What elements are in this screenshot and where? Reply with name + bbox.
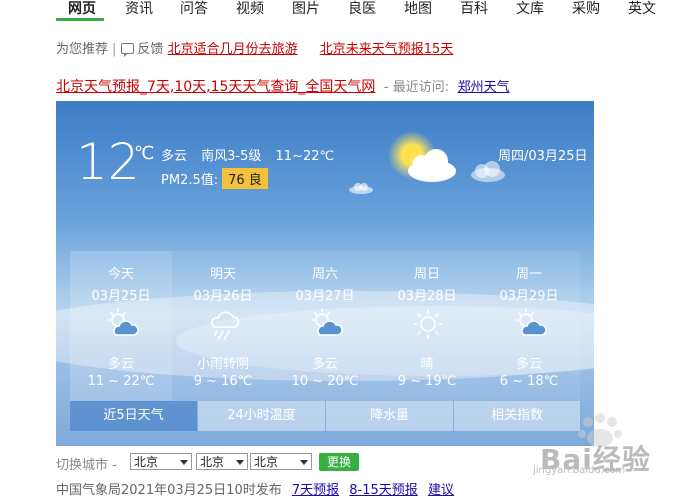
day-condition: 多云 (515, 357, 542, 372)
nav-qa[interactable]: 问答 (180, 0, 208, 18)
day-temp-range: 6 ~ 18℃ (499, 374, 559, 389)
nav-news[interactable]: 资讯 (125, 0, 153, 18)
footer: 中国气象局2021年03月25日10时发布 7天预报 8-15天预报 建议 (56, 479, 454, 498)
partly-cloudy-icon (107, 308, 139, 336)
publish-info: 中国气象局2021年03月25日10时发布 (56, 483, 282, 498)
watermark-sub: jingyan.baidu.com (533, 465, 626, 476)
result-title-link[interactable]: 北京天气预报_7天,10天,15天天气查询_全国天气网 (56, 79, 375, 95)
current-temp: 12 (76, 133, 140, 191)
city-select[interactable]: 北京 (196, 453, 248, 470)
recent-city-link[interactable]: 郑州天气 (458, 80, 510, 95)
nav-wenku[interactable]: 文库 (516, 0, 544, 18)
partly-cloudy-icon (515, 308, 547, 336)
current-condition: 多云 (161, 149, 188, 164)
day-date: 03月29日 (499, 289, 559, 304)
day-temp-range: 9 ~ 16℃ (193, 374, 253, 389)
chevron-down-icon (236, 460, 244, 465)
nav-map[interactable]: 地图 (404, 0, 432, 18)
day-condition: 多云 (107, 357, 134, 372)
cloud-icon (349, 183, 373, 194)
day-temp-range: 9 ~ 19℃ (397, 374, 457, 389)
nav-english[interactable]: 英文 (628, 0, 656, 18)
district-select[interactable]: 北京 (250, 453, 312, 470)
temp-unit: ℃ (134, 143, 155, 164)
day-name: 周一 (515, 267, 542, 282)
switch-city-label: 切换城市 - (56, 458, 117, 473)
recommend-label: 为您推荐 (56, 42, 109, 57)
nav-video[interactable]: 视频 (236, 0, 264, 18)
link-7day[interactable]: 7天预报 (292, 483, 339, 498)
forecast-day[interactable]: 今天 03月25日 多云 11 ~ 22℃ (70, 251, 172, 401)
weather-tabs: 近5日天气 24小时温度 降水量 相关指数 (70, 401, 580, 431)
nav-active-indicator (56, 18, 104, 21)
forecast-day[interactable]: 明天 03月26日 小雨转阴 9 ~ 16℃ (172, 251, 274, 401)
link-advice[interactable]: 建议 (428, 483, 454, 498)
day-date: 03月25日 (91, 289, 151, 304)
day-condition: 小雨转阴 (196, 357, 249, 372)
nav-web[interactable]: 网页 (68, 0, 96, 18)
day-temp-range: 11 ~ 22℃ (87, 374, 155, 389)
sun-cloud-icon (388, 131, 456, 182)
partly-cloudy-icon (311, 308, 343, 336)
forecast-panel: 今天 03月25日 多云 11 ~ 22℃ 明天 03月26日 小雨转阴 9 ~… (70, 251, 580, 401)
current-desc: 多云 南风3-5级 11~22℃ (161, 145, 344, 164)
current-date: 周四/03月25日 (498, 149, 588, 164)
recommend-link-2[interactable]: 北京未来天气预报15天 (320, 42, 454, 57)
forecast-day[interactable]: 周六 03月27日 多云 10 ~ 20℃ (274, 251, 376, 401)
chevron-down-icon (180, 460, 188, 465)
day-date: 03月26日 (193, 289, 253, 304)
day-name: 明天 (209, 267, 236, 282)
day-name: 今天 (107, 267, 134, 282)
nav-doctor[interactable]: 良医 (348, 0, 376, 18)
cloud-icon (471, 161, 505, 182)
recent-label: - 最近访问: (383, 80, 450, 95)
tab-24h-temp[interactable]: 24小时温度 (198, 401, 325, 431)
aqi-badge: 76 良 (222, 168, 268, 189)
light-rain-icon (211, 311, 240, 340)
feedback-icon[interactable] (121, 43, 135, 57)
feedback-link[interactable]: 反馈 (137, 42, 163, 57)
day-name: 周六 (311, 267, 338, 282)
day-condition: 多云 (311, 357, 338, 372)
day-date: 03月28日 (397, 289, 457, 304)
top-nav: 网页 资讯 问答 视频 图片 良医 地图 百科 文库 采购 英文 (0, 0, 692, 21)
weather-card: 12 ℃ 多云 南风3-5级 11~22℃ PM2.5值: 76 良 周四/03月… (56, 101, 594, 446)
link-8-15day[interactable]: 8-15天预报 (349, 483, 418, 498)
sunny-icon (413, 309, 443, 339)
change-city-button[interactable]: 更换 (319, 453, 359, 471)
forecast-day[interactable]: 周一 03月29日 多云 6 ~ 18℃ (478, 251, 580, 401)
day-temp-range: 10 ~ 20℃ (291, 374, 359, 389)
tab-5day[interactable]: 近5日天气 (70, 401, 197, 431)
pm25-row: PM2.5值: 76 良 (161, 168, 268, 189)
chevron-down-icon (300, 460, 308, 465)
province-value: 北京 (134, 455, 159, 469)
tab-precipitation[interactable]: 降水量 (326, 401, 453, 431)
province-select[interactable]: 北京 (130, 453, 192, 470)
result-header: 北京天气预报_7天,10天,15天天气查询_全国天气网 - 最近访问: 郑州天气 (56, 76, 510, 96)
nav-baike[interactable]: 百科 (460, 0, 488, 18)
pm25-label: PM2.5值: (161, 173, 219, 188)
district-value: 北京 (254, 455, 279, 469)
city-value: 北京 (200, 455, 225, 469)
day-name: 周日 (413, 267, 440, 282)
nav-purchase[interactable]: 采购 (572, 0, 600, 18)
current-range: 11~22℃ (275, 149, 335, 164)
recommend-link-1[interactable]: 北京适合几月份去旅游 (168, 42, 298, 57)
current-wind: 南风3-5级 (201, 149, 262, 164)
nav-images[interactable]: 图片 (292, 0, 320, 18)
day-condition: 晴 (420, 357, 434, 372)
day-date: 03月27日 (295, 289, 355, 304)
recommend-bar: 为您推荐 | 反馈 北京适合几月份去旅游 北京未来天气预报15天 (56, 42, 454, 57)
forecast-day[interactable]: 周日 03月28日 晴 9 ~ 19℃ (376, 251, 478, 401)
